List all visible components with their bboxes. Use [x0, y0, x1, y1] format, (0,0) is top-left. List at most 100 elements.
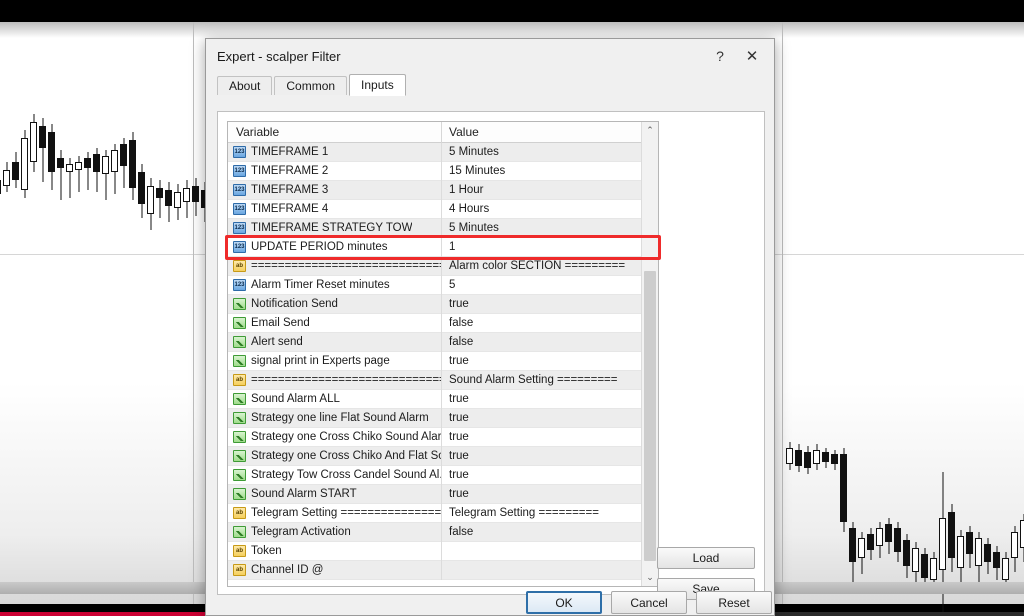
grid-vertical-scrollbar[interactable]: ⌃ ⌄: [641, 122, 658, 586]
variable-name: Channel ID @: [251, 564, 324, 576]
table-row[interactable]: 123 TIMEFRAME STRATEGY TOW 5 Minutes: [228, 218, 658, 238]
cell-value[interactable]: 5 Minutes: [441, 142, 658, 162]
cell-variable: 123 UPDATE PERIOD minutes: [228, 241, 441, 253]
table-row[interactable]: Strategy Tow Cross Candel Sound Al... tru…: [228, 465, 658, 485]
table-row[interactable]: ab =================================Alarm…: [228, 256, 658, 276]
dialog-titlebar[interactable]: Expert - scalper Filter ? ✕: [206, 39, 774, 73]
close-icon[interactable]: ✕: [736, 43, 768, 69]
table-row[interactable]: Email Send false: [228, 313, 658, 333]
table-row[interactable]: 123 TIMEFRAME 3 1 Hour: [228, 180, 658, 200]
variable-name: TIMEFRAME STRATEGY TOW: [251, 222, 413, 234]
candlestick: [1020, 22, 1024, 602]
cell-value[interactable]: 15 Minutes: [441, 161, 658, 181]
cell-value[interactable]: 5: [441, 275, 658, 295]
table-row[interactable]: Strategy one Cross Chiko And Flat So... t…: [228, 446, 658, 466]
candlestick: [993, 22, 1000, 602]
cell-variable: signal print in Experts page: [228, 355, 441, 367]
cell-value[interactable]: Sound Alarm Setting =========: [441, 370, 658, 390]
table-row[interactable]: Strategy one line Flat Sound Alarm true: [228, 408, 658, 428]
table-row[interactable]: 123 TIMEFRAME 1 5 Minutes: [228, 142, 658, 162]
cancel-button[interactable]: Cancel: [611, 591, 687, 614]
scrollbar-thumb[interactable]: [644, 271, 656, 561]
variable-name: Telegram Activation: [251, 526, 351, 538]
cell-value[interactable]: Telegram Setting =========: [441, 503, 658, 523]
number-type-icon: 123: [233, 279, 246, 291]
candlestick: [165, 22, 172, 602]
candlestick: [786, 22, 793, 602]
variable-name: UPDATE PERIOD minutes: [251, 241, 388, 253]
table-row[interactable]: ab Channel ID @: [228, 560, 658, 580]
cell-value[interactable]: false: [441, 522, 658, 542]
cell-value[interactable]: [441, 541, 658, 561]
table-row[interactable]: Strategy one Cross Chiko Sound Alarm true: [228, 427, 658, 447]
cell-value[interactable]: false: [441, 313, 658, 333]
tab-about[interactable]: About: [217, 76, 273, 95]
bool-type-icon: [233, 526, 246, 538]
variable-name: Alert send: [251, 336, 303, 348]
candlestick: [102, 22, 109, 602]
reset-button[interactable]: Reset: [696, 591, 772, 614]
ok-button[interactable]: OK: [526, 591, 602, 614]
load-button[interactable]: Load: [657, 547, 755, 569]
candlestick: [138, 22, 145, 602]
cell-value[interactable]: true: [441, 446, 658, 466]
table-row[interactable]: Notification Send true: [228, 294, 658, 314]
cell-value[interactable]: true: [441, 408, 658, 428]
tab-inputs[interactable]: Inputs: [349, 74, 406, 96]
table-row[interactable]: ab =================================Sound…: [228, 370, 658, 390]
scroll-down-icon[interactable]: ⌄: [642, 569, 658, 586]
cell-value[interactable]: 1 Hour: [441, 180, 658, 200]
candlestick: [39, 22, 46, 602]
variable-name: TIMEFRAME 1: [251, 146, 329, 158]
table-row[interactable]: 123 UPDATE PERIOD minutes 1: [228, 237, 658, 257]
cell-value[interactable]: 5 Minutes: [441, 218, 658, 238]
cell-value[interactable]: false: [441, 332, 658, 352]
cell-value[interactable]: [441, 560, 658, 580]
cell-value[interactable]: true: [441, 465, 658, 485]
inputs-grid: Variable Value 123 TIMEFRAME 15 Minutes 12…: [227, 121, 659, 587]
candlestick: [93, 22, 100, 602]
candlestick: [975, 22, 982, 602]
table-row[interactable]: ab Telegram Setting ================= Tele…: [228, 503, 658, 523]
table-row[interactable]: Telegram Activation false: [228, 522, 658, 542]
candlestick: [813, 22, 820, 602]
bool-type-icon: [233, 450, 246, 462]
cell-value[interactable]: 1: [441, 237, 658, 257]
table-row[interactable]: ab Token: [228, 541, 658, 561]
bool-type-icon: [233, 298, 246, 310]
table-row[interactable]: Sound Alarm START true: [228, 484, 658, 504]
candlestick: [84, 22, 91, 602]
titlebar-buttons: ? ✕: [704, 39, 768, 73]
cell-value[interactable]: true: [441, 484, 658, 504]
string-type-icon: ab: [233, 564, 246, 576]
inputs-tab-panel: Variable Value 123 TIMEFRAME 15 Minutes 12…: [217, 111, 765, 600]
table-row[interactable]: 123 TIMEFRAME 4 4 Hours: [228, 199, 658, 219]
candlestick: [129, 22, 136, 602]
variable-name: Strategy Tow Cross Candel Sound Al...: [251, 469, 441, 481]
bool-type-icon: [233, 336, 246, 348]
candlestick: [939, 22, 946, 612]
cell-variable: 123 TIMEFRAME 3: [228, 184, 441, 196]
cell-value[interactable]: true: [441, 294, 658, 314]
table-row[interactable]: 123 Alarm Timer Reset minutes 5: [228, 275, 658, 295]
table-row[interactable]: 123 TIMEFRAME 2 15 Minutes: [228, 161, 658, 181]
table-row[interactable]: Alert send false: [228, 332, 658, 352]
cell-variable: Email Send: [228, 317, 441, 329]
scroll-up-icon[interactable]: ⌃: [642, 122, 658, 139]
cell-value[interactable]: Alarm color SECTION =========: [441, 256, 658, 276]
candlestick: [930, 22, 937, 602]
table-row[interactable]: signal print in Experts page true: [228, 351, 658, 371]
variable-name: Sound Alarm START: [251, 488, 357, 500]
cell-value[interactable]: true: [441, 389, 658, 409]
string-type-icon: ab: [233, 507, 246, 519]
cell-value[interactable]: true: [441, 427, 658, 447]
variable-name: =================================: [251, 260, 441, 272]
candlestick: [894, 22, 901, 602]
tab-common[interactable]: Common: [274, 76, 348, 95]
cell-value[interactable]: 4 Hours: [441, 199, 658, 219]
cell-value[interactable]: true: [441, 351, 658, 371]
cell-variable: Strategy one Cross Chiko Sound Alarm: [228, 431, 441, 443]
cell-variable: ab =================================: [228, 374, 441, 386]
table-row[interactable]: Sound Alarm ALL true: [228, 389, 658, 409]
help-icon[interactable]: ?: [704, 43, 736, 69]
